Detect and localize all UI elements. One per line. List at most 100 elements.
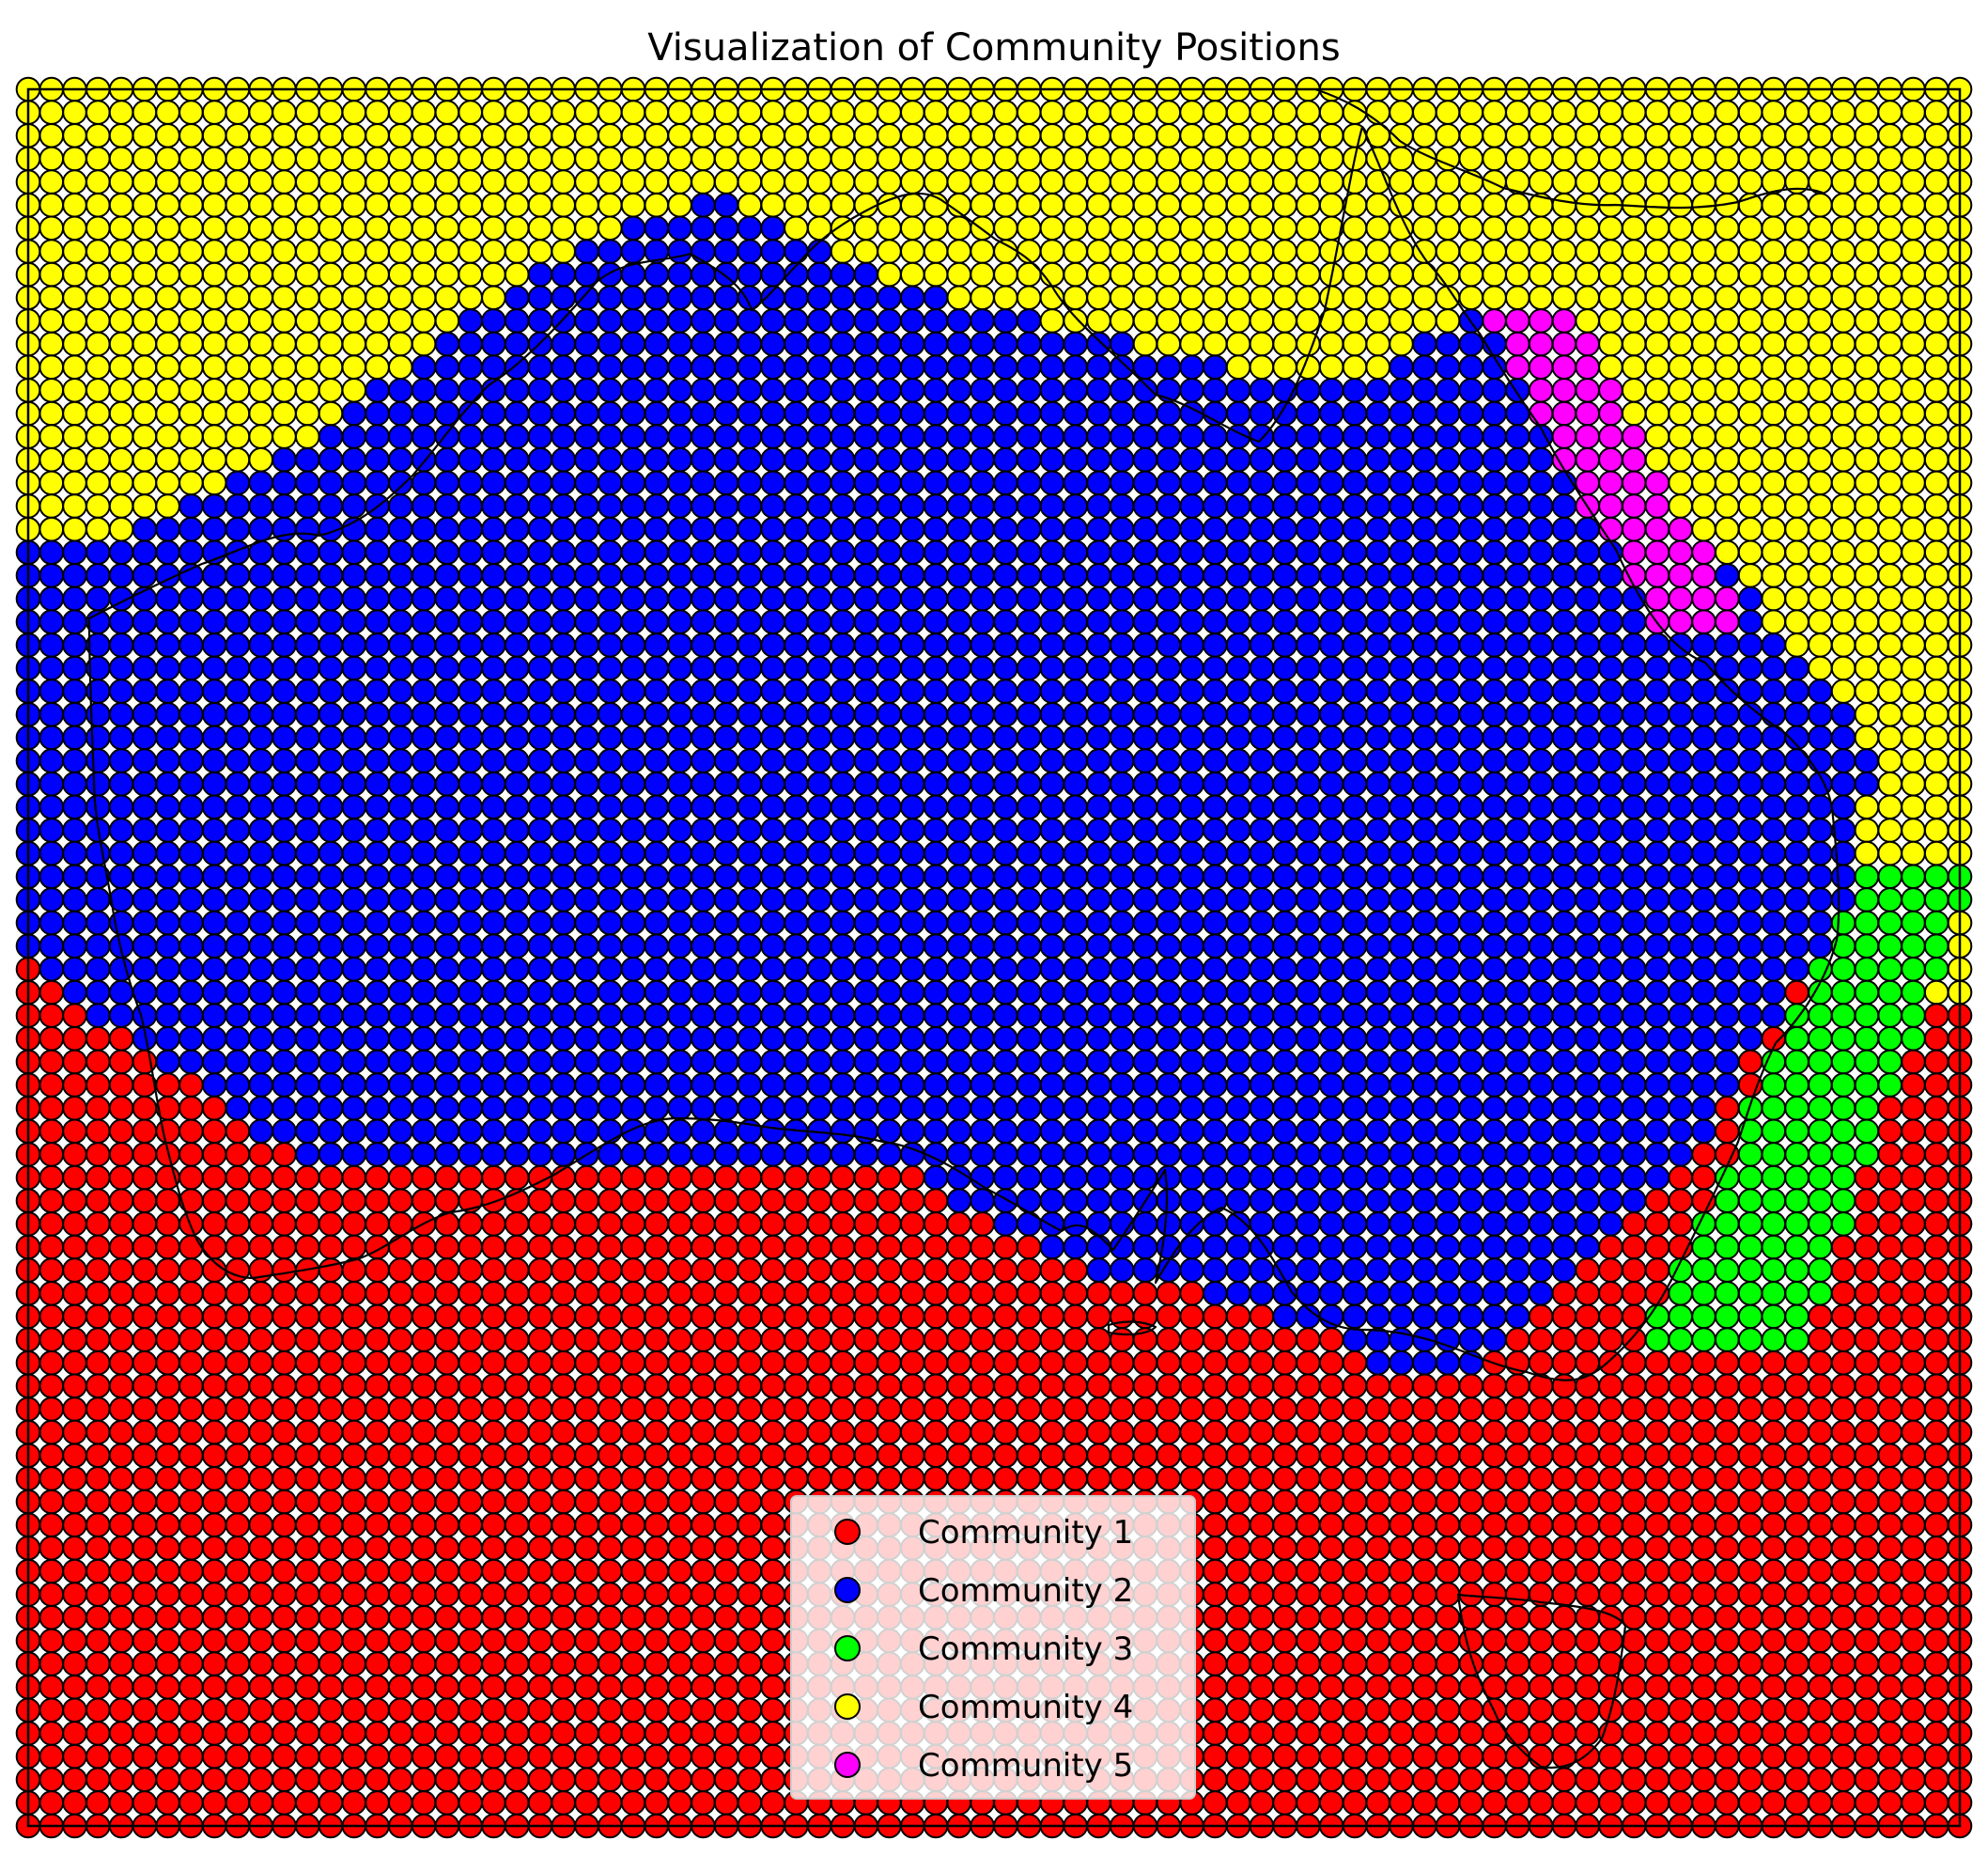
point-community-2 [388, 378, 413, 403]
point-community-4 [1737, 239, 1763, 264]
point-community-4 [1086, 169, 1111, 195]
point-community-2 [1132, 516, 1158, 542]
point-community-1 [667, 1257, 692, 1283]
point-community-4 [1923, 818, 1949, 843]
point-community-2 [201, 864, 227, 890]
point-community-2 [272, 840, 297, 866]
point-community-1 [551, 1234, 577, 1260]
point-community-1 [1737, 1349, 1763, 1376]
point-community-4 [830, 239, 856, 264]
point-community-2 [1086, 655, 1111, 681]
point-community-1 [970, 1281, 995, 1306]
point-community-5 [1644, 470, 1670, 496]
point-community-3 [1901, 957, 1926, 982]
point-community-4 [1877, 192, 1903, 218]
point-community-2 [830, 378, 856, 403]
point-community-2 [1644, 702, 1670, 727]
point-community-2 [527, 979, 553, 1006]
point-community-2 [598, 702, 623, 727]
point-community-1 [388, 1396, 413, 1422]
point-community-1 [691, 1396, 716, 1422]
point-community-2 [737, 215, 763, 242]
point-community-4 [1482, 169, 1507, 195]
point-community-2 [1668, 702, 1693, 727]
point-community-3 [1877, 979, 1903, 1006]
point-community-1 [132, 1118, 158, 1145]
point-community-4 [411, 146, 437, 172]
point-community-2 [1458, 585, 1484, 612]
point-community-1 [691, 1281, 716, 1306]
point-community-1 [1389, 1419, 1414, 1445]
point-community-4 [39, 446, 65, 473]
point-community-1 [225, 1349, 251, 1376]
point-community-2 [1715, 1072, 1740, 1098]
point-community-1 [760, 1373, 786, 1399]
point-community-2 [1551, 933, 1577, 959]
point-community-4 [1505, 261, 1530, 288]
point-community-4 [108, 470, 134, 496]
point-community-2 [993, 1118, 1018, 1145]
point-community-1 [1109, 1373, 1135, 1399]
point-community-4 [1901, 424, 1926, 449]
point-community-2 [1296, 887, 1321, 912]
point-community-4 [39, 285, 65, 311]
point-community-2 [1808, 887, 1833, 912]
point-community-2 [946, 864, 972, 890]
point-community-2 [85, 933, 111, 959]
point-community-2 [1737, 771, 1763, 797]
point-community-2 [1225, 1118, 1251, 1145]
point-community-2 [225, 609, 251, 635]
point-community-4 [667, 169, 692, 195]
point-community-2 [1389, 1303, 1414, 1330]
point-community-2 [179, 1049, 204, 1075]
point-community-2 [1109, 818, 1135, 843]
point-community-2 [900, 864, 925, 890]
point-community-1 [272, 1142, 297, 1167]
point-community-1 [574, 1419, 599, 1445]
point-community-2 [155, 1003, 180, 1028]
point-community-4 [388, 261, 413, 288]
point-community-2 [1737, 655, 1763, 681]
point-community-2 [691, 308, 716, 334]
point-community-2 [225, 493, 251, 519]
point-community-2 [1225, 378, 1251, 403]
point-community-4 [1901, 678, 1926, 704]
point-community-2 [225, 957, 251, 982]
point-community-1 [900, 1327, 925, 1352]
point-community-2 [737, 910, 763, 936]
point-community-2 [225, 585, 251, 612]
point-community-4 [318, 100, 344, 125]
point-community-2 [1063, 1118, 1088, 1145]
point-community-1 [341, 1349, 367, 1376]
point-community-4 [1877, 725, 1903, 751]
point-community-2 [970, 979, 995, 1006]
point-community-4 [1318, 239, 1344, 264]
point-community-3 [1901, 910, 1926, 936]
point-community-2 [1575, 585, 1600, 612]
point-community-4 [1063, 215, 1088, 242]
point-community-2 [1203, 887, 1228, 912]
point-community-4 [1039, 192, 1065, 218]
point-community-2 [667, 725, 692, 751]
point-community-4 [155, 215, 180, 242]
point-community-2 [341, 748, 367, 773]
point-community-2 [1249, 655, 1275, 681]
point-community-4 [85, 400, 111, 427]
point-community-1 [85, 1419, 111, 1445]
point-community-2 [1016, 1164, 1042, 1191]
point-community-1 [85, 1373, 111, 1399]
point-community-4 [39, 516, 65, 542]
point-community-4 [1761, 424, 1787, 449]
point-community-4 [1784, 585, 1809, 612]
point-community-2 [108, 539, 134, 566]
point-community-4 [1528, 100, 1554, 125]
point-community-1 [877, 1419, 902, 1445]
point-community-2 [1086, 378, 1111, 403]
point-community-4 [1644, 146, 1670, 172]
point-community-2 [1621, 702, 1647, 727]
point-community-1 [1179, 1327, 1204, 1352]
point-community-4 [1435, 169, 1461, 195]
point-community-4 [527, 192, 553, 218]
point-community-4 [1923, 146, 1949, 172]
point-community-1 [1830, 1327, 1856, 1352]
